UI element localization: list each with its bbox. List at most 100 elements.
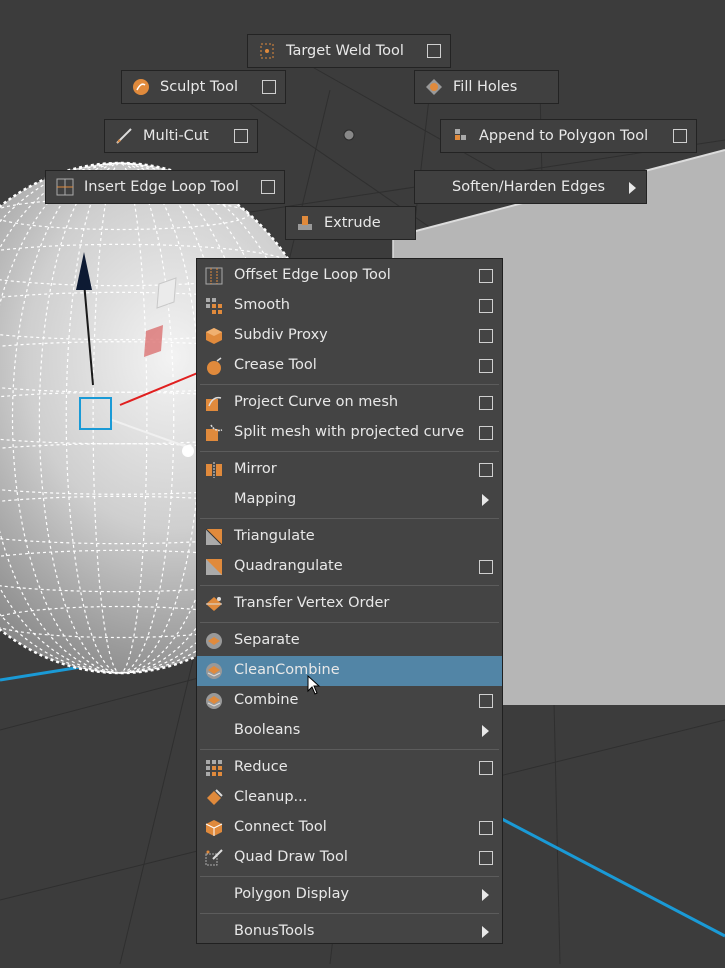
menu-item-label: Triangulate [234, 528, 315, 544]
multi-cut-label: Multi-Cut [143, 128, 209, 144]
menu-item-crease-tool[interactable]: Crease Tool [197, 351, 502, 381]
menu-item-label: Separate [234, 632, 300, 648]
menu-item-booleans[interactable]: Booleans [197, 716, 502, 746]
option-box[interactable] [479, 396, 493, 410]
option-box[interactable] [479, 694, 493, 708]
menu-item-cleanup[interactable]: Cleanup... [197, 783, 502, 813]
multi-cut-option-box[interactable] [234, 129, 248, 143]
extrude-button[interactable]: Extrude [285, 206, 416, 240]
menu-item-label: Mirror [234, 461, 277, 477]
multi-cut-icon [116, 128, 132, 144]
mirror-icon [206, 462, 222, 478]
soften-harden-edges-button[interactable]: Soften/Harden Edges [414, 170, 647, 204]
quadrangulate-icon [206, 559, 222, 575]
menu-item-quadrangulate[interactable]: Quadrangulate [197, 552, 502, 582]
menu-separator [200, 913, 499, 914]
menu-separator [200, 585, 499, 586]
option-box[interactable] [479, 299, 493, 313]
insert-edge-loop-label: Insert Edge Loop Tool [84, 179, 239, 195]
mouse-cursor-icon [307, 675, 321, 695]
soften-harden-edges-label: Soften/Harden Edges [452, 179, 606, 195]
menu-item-label: Subdiv Proxy [234, 327, 328, 343]
extrude-icon [298, 216, 312, 230]
option-box[interactable] [479, 269, 493, 283]
submenu-arrow-icon [482, 725, 489, 737]
menu-item-label: Quad Draw Tool [234, 849, 348, 865]
menu-item-label: Split mesh with projected curve [234, 424, 465, 440]
menu-separator [200, 749, 499, 750]
menu-item-label: CleanCombine [234, 662, 340, 678]
menu-item-label: Booleans [234, 722, 301, 738]
multi-cut-button[interactable]: Multi-Cut [104, 119, 258, 153]
menu-item-mirror[interactable]: Mirror [197, 455, 502, 485]
option-box[interactable] [479, 359, 493, 373]
menu-item-polygon-display[interactable]: Polygon Display [197, 880, 502, 910]
option-box[interactable] [479, 463, 493, 477]
insert-edge-loop-tool-button[interactable]: Insert Edge Loop Tool [45, 170, 285, 204]
menu-item-offset-edge-loop-tool[interactable]: Offset Edge Loop Tool [197, 261, 502, 291]
menu-item-label: Project Curve on mesh [234, 394, 399, 410]
menu-item-label: Crease Tool [234, 357, 317, 373]
target-weld-tool-button[interactable]: Target Weld Tool [247, 34, 451, 68]
split-mesh-icon [206, 424, 223, 441]
menu-separator [200, 451, 499, 452]
triangulate-icon [205, 528, 223, 546]
submenu-arrow-icon [482, 926, 489, 938]
menu-item-triangulate[interactable]: Triangulate [197, 522, 502, 552]
option-box[interactable] [479, 761, 493, 775]
reduce-icon [206, 760, 222, 776]
menu-item-bonustools[interactable]: BonusTools [197, 917, 502, 947]
polygon-context-menu: Offset Edge Loop Tool Smooth Subdiv Proxy C… [196, 258, 503, 944]
insert-edge-loop-icon [56, 178, 74, 196]
menu-item-project-curve-on-mesh[interactable]: Project Curve on mesh [197, 388, 502, 418]
insert-edge-loop-option-box[interactable] [261, 180, 275, 194]
target-weld-icon [260, 43, 274, 59]
option-box[interactable] [479, 851, 493, 865]
menu-item-label: BonusTools [234, 923, 315, 939]
combine-icon [206, 693, 222, 709]
extrude-label: Extrude [324, 215, 381, 231]
option-box[interactable] [479, 426, 493, 440]
menu-item-cleancombine[interactable]: CleanCombine [197, 656, 502, 686]
option-box[interactable] [479, 821, 493, 835]
submenu-arrow-icon [482, 494, 489, 506]
append-to-polygon-tool-button[interactable]: Append to Polygon Tool [440, 119, 697, 153]
project-curve-icon [206, 396, 222, 411]
smooth-icon [206, 298, 222, 314]
quad-draw-icon [205, 849, 223, 866]
sculpt-tool-label: Sculpt Tool [160, 79, 239, 95]
menu-separator [200, 384, 499, 385]
menu-item-mapping[interactable]: Mapping [197, 485, 502, 515]
menu-item-quad-draw-tool[interactable]: Quad Draw Tool [197, 843, 502, 873]
submenu-arrow-icon [629, 182, 636, 194]
menu-separator [200, 876, 499, 877]
fill-holes-button[interactable]: Fill Holes [414, 70, 559, 104]
subdiv-proxy-icon [206, 328, 222, 344]
menu-item-combine[interactable]: Combine [197, 686, 502, 716]
target-weld-option-box[interactable] [427, 44, 441, 58]
menu-item-split-mesh-with-projected-curve[interactable]: Split mesh with projected curve [197, 418, 502, 448]
menu-item-label: Connect Tool [234, 819, 327, 835]
append-polygon-option-box[interactable] [673, 129, 687, 143]
menu-item-separate[interactable]: Separate [197, 626, 502, 656]
menu-item-smooth[interactable]: Smooth [197, 291, 502, 321]
menu-item-transfer-vertex-order[interactable]: Transfer Vertex Order [197, 589, 502, 619]
offset-edge-loop-icon [205, 267, 223, 285]
transfer-vertex-order-icon [206, 597, 222, 611]
separate-icon [206, 633, 222, 649]
sculpt-option-box[interactable] [262, 80, 276, 94]
menu-item-label: Smooth [234, 297, 290, 313]
sculpt-tool-button[interactable]: Sculpt Tool [121, 70, 286, 104]
menu-item-label: Transfer Vertex Order [234, 595, 390, 611]
option-box[interactable] [479, 329, 493, 343]
crease-icon [207, 357, 222, 375]
option-box[interactable] [479, 560, 493, 574]
append-polygon-icon [455, 129, 466, 140]
menu-item-reduce[interactable]: Reduce [197, 753, 502, 783]
menu-item-subdiv-proxy[interactable]: Subdiv Proxy [197, 321, 502, 351]
cleanup-icon [207, 789, 223, 805]
menu-item-connect-tool[interactable]: Connect Tool [197, 813, 502, 843]
submenu-arrow-icon [482, 889, 489, 901]
fill-holes-icon [426, 79, 442, 95]
menu-separator [200, 622, 499, 623]
